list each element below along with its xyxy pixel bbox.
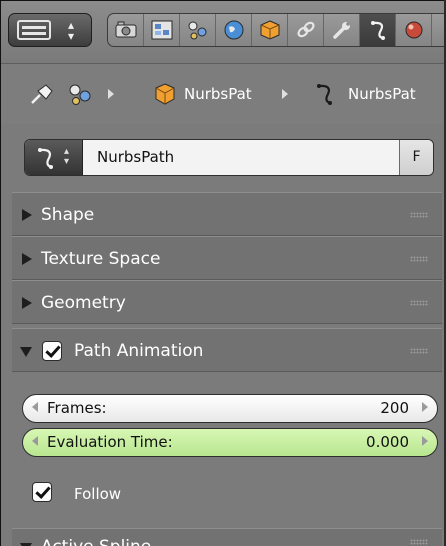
scene-icon — [188, 21, 207, 40]
drag-grip-icon[interactable] — [410, 212, 428, 218]
world-icon — [224, 20, 244, 40]
panel-texture-space[interactable]: Texture Space — [12, 236, 442, 280]
drag-grip-icon[interactable] — [410, 300, 428, 306]
curve-icon — [317, 84, 332, 105]
panel-active-spline[interactable]: Active Spline — [12, 528, 442, 546]
frames-value: 200 — [380, 399, 409, 417]
scene-icon — [69, 84, 91, 105]
panel-geometry[interactable]: Geometry — [12, 280, 442, 324]
scene-tab[interactable] — [180, 14, 216, 46]
object-cube-icon — [155, 83, 175, 105]
chain-link-icon — [297, 21, 315, 38]
properties-header: ▴ ▾ — [0, 0, 444, 64]
render-layers-tab[interactable] — [144, 14, 180, 46]
expand-arrow-icon — [22, 209, 32, 221]
curve-crumb-icon-wrap — [310, 81, 340, 107]
context-tabs — [107, 13, 444, 47]
panel-shape[interactable]: Shape — [12, 192, 442, 236]
curve-icon — [371, 21, 385, 40]
camera-icon — [115, 21, 137, 38]
properties-editor-icon — [17, 20, 51, 40]
breadcrumb-separator-icon — [108, 89, 114, 99]
material-sphere-icon — [405, 21, 423, 39]
pin-button[interactable] — [28, 81, 56, 107]
panel-label: Shape — [41, 205, 95, 225]
fake-user-button[interactable]: F — [399, 140, 433, 175]
constraints-tab[interactable] — [288, 14, 324, 46]
frame-border — [0, 0, 444, 1]
drag-grip-icon[interactable] — [410, 348, 428, 354]
pin-icon — [31, 84, 53, 104]
follow-checkbox[interactable] — [32, 482, 52, 502]
panel-label: Path Animation — [74, 341, 204, 361]
object-tab[interactable] — [252, 14, 288, 46]
properties-editor: ▴ ▾ NurbsPat NurbsPat ▴ ▾ NurbsPath F Sh… — [0, 0, 446, 546]
world-tab[interactable] — [216, 14, 252, 46]
wrench-icon — [333, 22, 350, 39]
drag-grip-icon[interactable] — [410, 539, 428, 545]
scene-crumb[interactable] — [66, 81, 96, 107]
object-crumb-icon-wrap — [152, 81, 178, 107]
browse-datablock-button[interactable]: ▴ ▾ — [25, 140, 83, 175]
layers-icon — [151, 20, 173, 40]
increment-arrow-icon[interactable] — [422, 436, 428, 446]
up-down-arrows-icon: ▴ ▾ — [64, 146, 70, 167]
evaluation-time-label: Evaluation Time: — [47, 433, 173, 451]
path-animation-checkbox[interactable] — [42, 341, 62, 361]
decrement-arrow-icon[interactable] — [32, 402, 38, 412]
material-tab[interactable] — [396, 14, 432, 46]
panel-path-animation[interactable]: Path Animation — [12, 328, 442, 372]
frame-border — [0, 0, 1, 546]
breadcrumb-separator-icon — [282, 89, 288, 99]
datablock-selector: ▴ ▾ NurbsPath F — [24, 139, 434, 176]
panel-label: Active Spline — [41, 525, 151, 546]
editor-type-button[interactable]: ▴ ▾ — [8, 13, 92, 47]
object-cube-icon — [260, 20, 280, 40]
panel-label: Texture Space — [41, 249, 161, 269]
breadcrumb: NurbsPat NurbsPat — [0, 64, 444, 124]
decrement-arrow-icon[interactable] — [32, 436, 38, 446]
panel-label: Geometry — [41, 293, 126, 313]
increment-arrow-icon[interactable] — [422, 402, 428, 412]
drag-grip-icon[interactable] — [410, 256, 428, 262]
frames-field[interactable]: Frames: 200 — [22, 394, 438, 423]
modifiers-tab[interactable] — [324, 14, 360, 46]
evaluation-time-value: 0.000 — [366, 433, 409, 451]
datablock-name-field[interactable]: NurbsPath — [97, 140, 174, 175]
follow-label[interactable]: Follow — [74, 483, 121, 505]
render-tab[interactable] — [108, 14, 144, 46]
curve-data-tab[interactable] — [360, 14, 396, 46]
expand-arrow-icon — [22, 297, 32, 309]
evaluation-time-field[interactable]: Evaluation Time: 0.000 — [22, 428, 438, 457]
data-crumb-label[interactable]: NurbsPat — [348, 81, 416, 107]
object-crumb-label[interactable]: NurbsPat — [184, 81, 252, 107]
collapse-arrow-icon — [20, 347, 32, 357]
curve-icon — [38, 148, 53, 169]
frames-label: Frames: — [47, 399, 107, 417]
expand-arrow-icon — [22, 253, 32, 265]
up-down-arrows-icon: ▴ ▾ — [67, 18, 75, 43]
